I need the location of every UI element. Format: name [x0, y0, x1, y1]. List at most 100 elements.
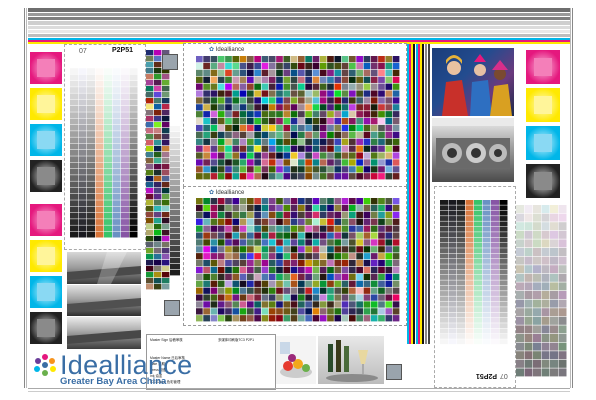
ramp-patch [104, 99, 112, 106]
color-patch [225, 131, 232, 139]
ramp-patch [465, 232, 474, 237]
color-patch [305, 138, 312, 145]
pastel-patch [524, 265, 533, 274]
column-patch [154, 284, 162, 290]
gray-step [170, 126, 180, 132]
pastel-patch [541, 359, 550, 368]
ramp-patch [499, 232, 508, 237]
column-patch [154, 266, 162, 272]
ramp-patch [491, 344, 499, 350]
ramp-patch [112, 225, 121, 232]
color-patch [276, 152, 283, 159]
color-patch [319, 260, 327, 267]
color-patch [312, 152, 320, 159]
ramp-patch [129, 74, 138, 81]
column-patch [154, 86, 162, 92]
color-patch [334, 260, 342, 267]
color-patch [261, 308, 269, 315]
ramp-patch [104, 150, 112, 156]
color-patch [392, 287, 400, 294]
color-patch [341, 260, 349, 267]
ramp-patch [448, 275, 457, 280]
color-patch [341, 287, 349, 294]
color-patch [305, 118, 312, 125]
color-patch [225, 246, 232, 253]
pastel-patch [558, 256, 567, 265]
color-patch [305, 308, 312, 315]
ramp-patch [112, 137, 121, 144]
ramp-patch [482, 344, 491, 350]
color-patch [305, 145, 312, 152]
info-line-1: Master Sign 后稿审核 [150, 338, 183, 342]
column-patch [154, 110, 162, 116]
pastel-patch [516, 265, 524, 274]
color-patch [247, 111, 254, 118]
color-patch [319, 104, 327, 111]
color-patch [283, 218, 291, 225]
color-patch [312, 301, 320, 308]
column-patch [162, 152, 170, 158]
color-patch [370, 280, 378, 287]
ramp-patch [491, 291, 499, 296]
ramp-patch [112, 212, 121, 219]
color-patch [232, 294, 240, 301]
ramp-patch [448, 232, 457, 237]
color-patch [261, 97, 269, 104]
ramp-patch [70, 162, 78, 169]
color-patch [356, 280, 363, 287]
gray-step [170, 138, 180, 144]
color-patch [298, 152, 305, 159]
color-patch [210, 315, 218, 322]
ramp-patch [87, 124, 95, 131]
color-patch [217, 131, 225, 139]
color-patch [217, 225, 225, 232]
color-patch [305, 173, 312, 180]
pastel-patch [524, 239, 533, 248]
ramp-patch [112, 74, 121, 81]
color-patch [232, 152, 240, 159]
ramp-patch [440, 301, 448, 307]
color-patch [217, 83, 225, 90]
color-patch [319, 211, 327, 219]
color-patch [210, 104, 218, 111]
ramp-patch [482, 237, 491, 243]
ramp-patch [465, 221, 474, 227]
pastel-patch [541, 273, 550, 282]
color-patch [319, 239, 327, 246]
color-patch [298, 69, 305, 77]
color-patch [268, 56, 276, 63]
color-patch [305, 225, 312, 232]
color-patch [203, 138, 210, 145]
ramp-patch [482, 248, 491, 254]
ramp-patch [104, 162, 112, 169]
color-patch [392, 118, 400, 125]
color-patch [370, 138, 378, 145]
ramp-patch [121, 156, 129, 163]
registration-square-3 [386, 364, 402, 380]
color-patch [341, 239, 349, 246]
pastel-patch [541, 230, 550, 239]
color-patch [356, 218, 363, 225]
color-patch [217, 166, 225, 173]
color-patch [385, 308, 393, 315]
color-patch [363, 260, 371, 267]
color-patch [203, 218, 210, 225]
color-patch [298, 138, 305, 145]
color-patch [290, 204, 298, 212]
color-patch [268, 266, 276, 274]
color-patch [232, 246, 240, 253]
ramp-patch [448, 323, 457, 329]
ramp-patch [440, 344, 448, 350]
ramp-patch [95, 225, 104, 232]
ramp-patch [440, 333, 448, 339]
color-patch [341, 138, 349, 145]
ramp-patch [465, 291, 474, 296]
color-patch [210, 159, 218, 166]
ramp-patch [440, 205, 448, 211]
pastel-patch [533, 205, 541, 213]
ramp-patch [70, 168, 78, 175]
color-patch [232, 104, 240, 111]
pastel-patch [524, 291, 533, 299]
color-patch [239, 273, 247, 281]
color-patch [276, 225, 283, 232]
